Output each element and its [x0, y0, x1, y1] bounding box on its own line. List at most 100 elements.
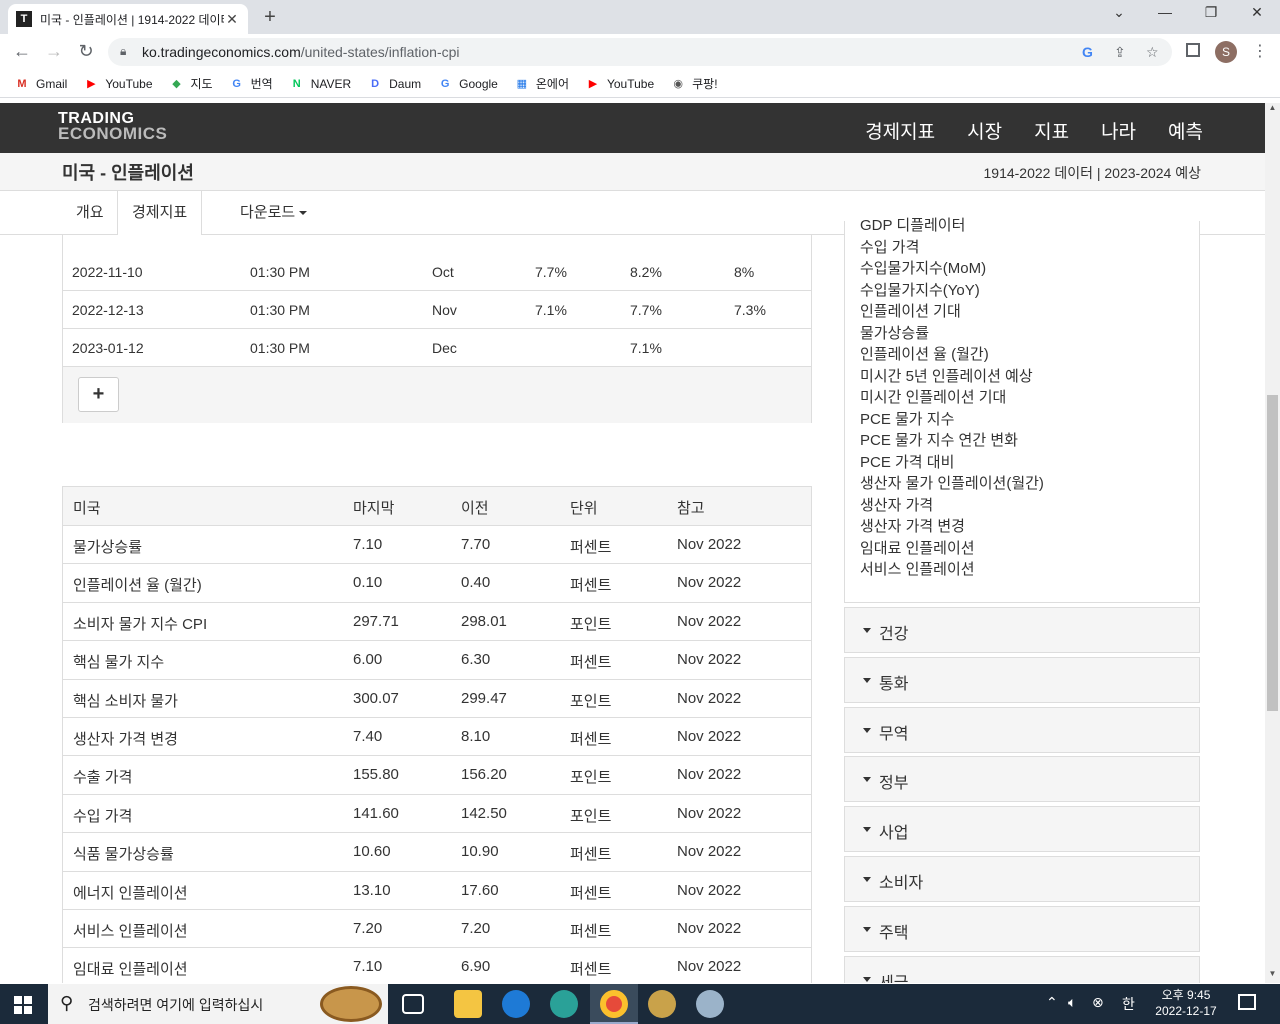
- bookmark-item[interactable]: M Gmail: [14, 77, 67, 91]
- sidebar-section[interactable]: 정부: [844, 756, 1200, 803]
- indicator-link[interactable]: 식품 물가상승률: [73, 843, 174, 864]
- indicator-link[interactable]: 핵심 물가 지수: [73, 651, 164, 672]
- paint-app-icon[interactable]: [696, 990, 724, 1018]
- browser-toolbar: ← → ↻ 🔒︎ ko.tradingeconomics.com/united-…: [0, 34, 1280, 70]
- sidebar-link[interactable]: 수입물가지수(YoY): [860, 279, 980, 300]
- scroll-up-icon[interactable]: ▲: [1265, 103, 1280, 117]
- sidebar-link[interactable]: 생산자 가격: [860, 494, 933, 515]
- sidebar-link[interactable]: 생산자 가격 변경: [860, 515, 965, 536]
- indicator-link[interactable]: 인플레이션 율 (월간): [73, 574, 202, 595]
- sidebar-section[interactable]: 통화: [844, 656, 1200, 703]
- address-bar[interactable]: 🔒︎ ko.tradingeconomics.com/united-states…: [108, 38, 1172, 66]
- indicator-link[interactable]: 수출 가격: [73, 766, 132, 787]
- sidebar-link[interactable]: 수입 가격: [860, 236, 919, 257]
- sidebar-section[interactable]: 건강: [844, 607, 1200, 653]
- table-cell: 6.00: [353, 651, 383, 669]
- scroll-down-icon[interactable]: ▼: [1265, 969, 1280, 983]
- sidebar-link[interactable]: 인플레이션 기대: [860, 300, 961, 321]
- chrome-taskbar-item[interactable]: [590, 984, 638, 1024]
- sidebar-link[interactable]: 생산자 물가 인플레이션(월간): [860, 472, 1044, 493]
- profile-avatar[interactable]: S: [1215, 41, 1237, 63]
- sidebar-link[interactable]: 임대료 인플레이션: [860, 537, 975, 558]
- indicator-link[interactable]: 물가상승률: [73, 536, 142, 557]
- sidebar-link[interactable]: 미시간 인플레이션 기대: [860, 386, 1006, 407]
- column-header: 단위: [570, 500, 598, 517]
- tab-download[interactable]: 다운로드: [226, 191, 321, 235]
- tab-search-chevron-icon[interactable]: ⌄: [1104, 4, 1134, 21]
- menu-item[interactable]: 경제지표: [865, 117, 935, 144]
- sidebar-section[interactable]: 주택: [844, 905, 1200, 952]
- bookmark-item[interactable]: ◉ 쿠팡!: [670, 75, 717, 92]
- tab-overview[interactable]: 개요: [62, 191, 118, 235]
- sidebar-section[interactable]: 소비자: [844, 856, 1200, 902]
- indicator-link[interactable]: 수입 가격: [73, 805, 132, 826]
- section-label: 소비자: [879, 875, 924, 892]
- tab-close-icon[interactable]: ✕: [224, 11, 240, 28]
- indicator-link[interactable]: 핵심 소비자 물가: [73, 690, 178, 711]
- menu-item[interactable]: 시장: [967, 117, 1002, 144]
- indicator-link[interactable]: 소비자 물가 지수 CPI: [73, 613, 207, 634]
- bookmark-star-icon[interactable]: ☆: [1146, 44, 1159, 61]
- bookmark-item[interactable]: ▶ YouTube: [585, 77, 654, 91]
- file-explorer-icon[interactable]: [454, 990, 482, 1018]
- url-text[interactable]: ko.tradingeconomics.com/united-states/in…: [142, 44, 460, 60]
- bookmark-item[interactable]: D Daum: [367, 77, 421, 91]
- sidebar-link[interactable]: 서비스 인플레이션: [860, 558, 975, 579]
- taskbar-clock[interactable]: 오후 9:45 2022-12-17: [1148, 987, 1224, 1019]
- menu-item[interactable]: 예측: [1168, 117, 1203, 144]
- menu-item[interactable]: 나라: [1101, 117, 1136, 144]
- bookmark-item[interactable]: G 번역: [229, 75, 272, 92]
- internet-explorer-icon[interactable]: [502, 990, 530, 1018]
- network-error-icon[interactable]: ⊗: [1092, 994, 1104, 1011]
- tab-indicators[interactable]: 경제지표: [117, 191, 203, 235]
- indicator-link[interactable]: 생산자 가격 변경: [73, 728, 178, 749]
- bookmark-item[interactable]: ▶ YouTube: [83, 77, 152, 91]
- minimize-button[interactable]: —: [1150, 4, 1180, 20]
- ime-indicator[interactable]: 한: [1122, 994, 1135, 1014]
- sidebar-section[interactable]: 사업: [844, 806, 1200, 853]
- volume-icon[interactable]: 🔈︎: [1068, 994, 1076, 1011]
- bookmark-item[interactable]: ▦ 온에어: [514, 75, 569, 92]
- forward-arrow-icon[interactable]: →: [42, 41, 66, 62]
- youtube-icon: ▶: [87, 77, 96, 90]
- tray-chevron-icon[interactable]: ⌃: [1046, 994, 1058, 1011]
- menu-item[interactable]: 지표: [1034, 117, 1069, 144]
- google-translate-icon[interactable]: G: [1082, 44, 1093, 60]
- windows-start-icon[interactable]: [14, 996, 32, 1014]
- window-close-button[interactable]: ✕: [1242, 4, 1272, 21]
- edge-icon[interactable]: [550, 990, 578, 1018]
- task-view-icon[interactable]: [402, 994, 424, 1014]
- scrollbar-thumb[interactable]: [1267, 395, 1278, 711]
- sidebar-link[interactable]: 미시간 5년 인플레이션 예상: [860, 365, 1033, 386]
- indicator-link[interactable]: 에너지 인플레이션: [73, 882, 188, 903]
- sidebar-section[interactable]: 무역: [844, 706, 1200, 753]
- sidebar-link[interactable]: PCE 물가 지수 연간 변화: [860, 429, 1018, 450]
- reload-icon[interactable]: ↻: [74, 41, 98, 62]
- sidebar-link[interactable]: PCE 물가 지수: [860, 408, 954, 429]
- sidebar-link[interactable]: 수입물가지수(MoM): [860, 257, 986, 278]
- indicator-link[interactable]: 임대료 인플레이션: [73, 958, 188, 979]
- bookmark-item[interactable]: N NAVER: [289, 77, 351, 91]
- sidebar-section[interactable]: 세금: [844, 955, 1200, 983]
- sidebar-link[interactable]: GDP 디플레이터: [860, 214, 965, 235]
- notification-icon[interactable]: [1238, 994, 1256, 1010]
- share-icon[interactable]: ⇪: [1114, 44, 1126, 61]
- new-tab-button[interactable]: +: [258, 6, 282, 29]
- lock-icon[interactable]: 🔒︎: [120, 44, 126, 59]
- restore-button[interactable]: ❐: [1196, 4, 1226, 21]
- owl-app-icon[interactable]: [648, 990, 676, 1018]
- browser-tab[interactable]: T 미국 - 인플레이션 | 1914-2022 데이터 ✕: [8, 4, 248, 34]
- indicator-link[interactable]: 서비스 인플레이션: [73, 920, 188, 941]
- side-panel-icon[interactable]: [1186, 43, 1200, 57]
- sidebar-link[interactable]: 물가상승률: [860, 322, 929, 343]
- taskbar-search-input[interactable]: ⚲ 검색하려면 여기에 입력하십시: [48, 984, 388, 1024]
- bookmark-item[interactable]: G Google: [437, 77, 498, 91]
- bookmark-item[interactable]: ◆ 지도: [169, 75, 212, 92]
- site-logo[interactable]: TRADING ECONOMICS: [58, 111, 167, 143]
- sidebar-link[interactable]: 인플레이션 율 (월간): [860, 343, 989, 364]
- back-arrow-icon[interactable]: ←: [10, 41, 34, 62]
- sidebar-link[interactable]: PCE 가격 대비: [860, 451, 954, 472]
- browser-menu-icon[interactable]: ⋮: [1252, 41, 1268, 61]
- page-scrollbar[interactable]: ▲ ▼: [1265, 103, 1280, 983]
- add-row-button[interactable]: +: [78, 377, 119, 412]
